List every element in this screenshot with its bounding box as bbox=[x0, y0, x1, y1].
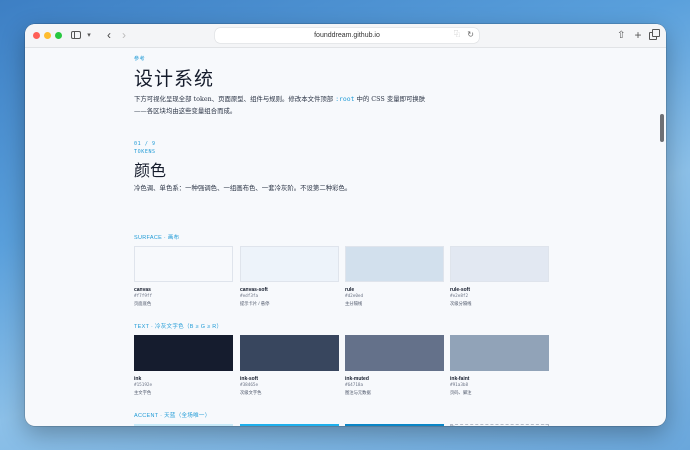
page-content: 参考 设计系统 下方可视化呈现全部 token、页面原型、组件与规则。修改本文件… bbox=[134, 47, 614, 426]
swatch-usage: 次级文字色 bbox=[240, 390, 262, 395]
swatch-hex: #64718a bbox=[345, 383, 364, 388]
swatch-usage: 图注与元数据 bbox=[345, 390, 371, 395]
swatch-name: rule-soft bbox=[450, 287, 470, 293]
new-tab-icon[interactable]: + bbox=[634, 29, 642, 42]
swatch-group-label: TEXT · 冷灰文字色（B ≥ G ≥ R） bbox=[134, 324, 223, 330]
chevron-down-icon[interactable]: ▾ bbox=[85, 29, 93, 42]
swatch-usage: 主文字色 bbox=[134, 390, 152, 395]
back-button[interactable]: ‹ bbox=[104, 29, 114, 42]
color-swatch-canvas-soft bbox=[240, 246, 339, 282]
section-counter: 01 / 9 bbox=[134, 141, 156, 147]
url-text: founddream.github.io bbox=[314, 32, 380, 39]
color-swatch-rule bbox=[345, 246, 444, 282]
share-icon[interactable]: ⇧ bbox=[617, 29, 625, 42]
page-title: 设计系统 bbox=[134, 68, 215, 90]
color-swatch bbox=[450, 424, 549, 426]
color-swatch bbox=[345, 424, 444, 426]
color-swatch-rule-soft bbox=[450, 246, 549, 282]
color-swatch-ink-muted bbox=[345, 335, 444, 371]
swatch-hex: #e2e8f2 bbox=[450, 294, 469, 299]
section-description: 冷色调、单色系：一种强调色、一组画布色、一套冷灰阶。不设第二种彩色。 bbox=[134, 184, 352, 192]
swatch-usage: 页码、脚注 bbox=[450, 390, 472, 395]
browser-toolbar: ▾ ‹ › founddream.github.io ⿻ ↻ ⇧ + bbox=[25, 24, 666, 48]
intro-text: 下方可视化呈现全部 token、页面原型、组件与规则。修改本文件顶部 bbox=[134, 95, 336, 103]
color-swatch-ink-soft bbox=[240, 335, 339, 371]
swatch-usage: 主分隔线 bbox=[345, 301, 363, 306]
sidebar-toggle-icon[interactable] bbox=[71, 31, 81, 39]
swatch-name: ink bbox=[134, 376, 142, 382]
tab-overview-icon[interactable] bbox=[649, 29, 660, 42]
section-kicker: TOKENS bbox=[134, 149, 156, 155]
swatch-name: ink-faint bbox=[450, 376, 470, 382]
color-swatch-canvas bbox=[134, 246, 233, 282]
swatch-usage: 提示卡片 / 悬停 bbox=[240, 301, 270, 306]
zoom-window-button[interactable] bbox=[55, 32, 62, 39]
section-title: 颜色 bbox=[134, 161, 167, 180]
color-swatch bbox=[134, 424, 233, 426]
close-window-button[interactable] bbox=[33, 32, 40, 39]
swatch-name: canvas bbox=[134, 287, 151, 293]
swatch-hex: #38465e bbox=[240, 383, 259, 388]
swatch-hex: #f7f9ff bbox=[134, 294, 153, 299]
swatch-group-label: SURFACE · 画布 bbox=[134, 235, 180, 241]
page-intro: 下方可视化呈现全部 token、页面原型、组件与规则。修改本文件顶部 :root… bbox=[134, 93, 434, 117]
browser-window: ▾ ‹ › founddream.github.io ⿻ ↻ ⇧ + 参考 设计… bbox=[25, 24, 666, 426]
translate-icon[interactable]: ⿻ bbox=[454, 31, 463, 39]
scrollbar-thumb[interactable] bbox=[660, 114, 664, 142]
swatch-name: rule bbox=[345, 287, 355, 293]
page-eyebrow: 参考 bbox=[134, 56, 146, 62]
color-swatch-ink-faint bbox=[450, 335, 549, 371]
swatch-hex: #edf3fa bbox=[240, 294, 259, 299]
color-swatch-ink bbox=[134, 335, 233, 371]
swatch-name: ink-soft bbox=[240, 376, 259, 382]
swatch-hex: #d2e0ed bbox=[345, 294, 364, 299]
reload-icon[interactable]: ↻ bbox=[467, 30, 474, 40]
swatch-hex: #15192e bbox=[134, 383, 153, 388]
color-swatch bbox=[240, 424, 339, 426]
swatch-name: ink-muted bbox=[345, 376, 369, 382]
swatch-name: canvas-soft bbox=[240, 287, 268, 293]
minimize-window-button[interactable] bbox=[44, 32, 51, 39]
address-bar[interactable]: founddream.github.io ⿻ ↻ bbox=[215, 28, 479, 43]
intro-code: :root bbox=[335, 95, 355, 103]
swatch-hex: #91a3b8 bbox=[450, 383, 469, 388]
swatch-usage: 页面底色 bbox=[134, 301, 152, 306]
swatch-group-label: ACCENT · 天蓝（全场唯一） bbox=[134, 413, 211, 419]
swatch-usage: 次级分隔线 bbox=[450, 301, 472, 306]
forward-button[interactable]: › bbox=[119, 29, 129, 42]
